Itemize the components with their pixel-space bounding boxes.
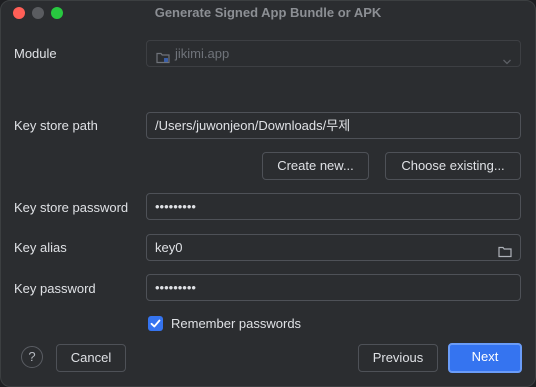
choose-existing-button[interactable]: Choose existing... [385, 152, 521, 180]
keystore-path-label: Key store path [14, 118, 98, 133]
key-password-input[interactable]: ••••••••• [146, 274, 521, 301]
module-select: jikimi.app [146, 40, 521, 67]
browse-folder-icon[interactable] [498, 241, 512, 266]
title-bar: Generate Signed App Bundle or APK [1, 1, 535, 27]
module-label: Module [14, 46, 57, 61]
key-alias-input[interactable]: key0 [146, 234, 521, 261]
key-password-value: ••••••••• [155, 280, 196, 295]
dialog-window: Generate Signed App Bundle or APK Module… [0, 0, 536, 387]
keystore-password-input[interactable]: ••••••••• [146, 193, 521, 220]
previous-button[interactable]: Previous [358, 344, 438, 372]
check-icon [150, 319, 161, 328]
chevron-down-icon [502, 49, 512, 74]
keystore-path-value: /Users/juwonjeon/Downloads/무제 [155, 118, 351, 133]
keystore-password-label: Key store password [14, 200, 129, 215]
next-button[interactable]: Next [448, 343, 522, 373]
key-password-label: Key password [14, 281, 96, 296]
module-value: jikimi.app [175, 46, 230, 61]
keystore-path-input[interactable]: /Users/juwonjeon/Downloads/무제 [146, 112, 521, 139]
help-button[interactable]: ? [21, 346, 43, 368]
remember-passwords-checkbox[interactable] [148, 316, 163, 331]
module-folder-icon [156, 47, 170, 72]
remember-passwords-label: Remember passwords [171, 316, 302, 331]
key-alias-label: Key alias [14, 240, 67, 255]
key-alias-value: key0 [155, 240, 183, 255]
create-new-button[interactable]: Create new... [262, 152, 369, 180]
keystore-password-value: ••••••••• [155, 199, 196, 214]
cancel-button[interactable]: Cancel [56, 344, 126, 372]
dialog-title: Generate Signed App Bundle or APK [154, 5, 382, 20]
